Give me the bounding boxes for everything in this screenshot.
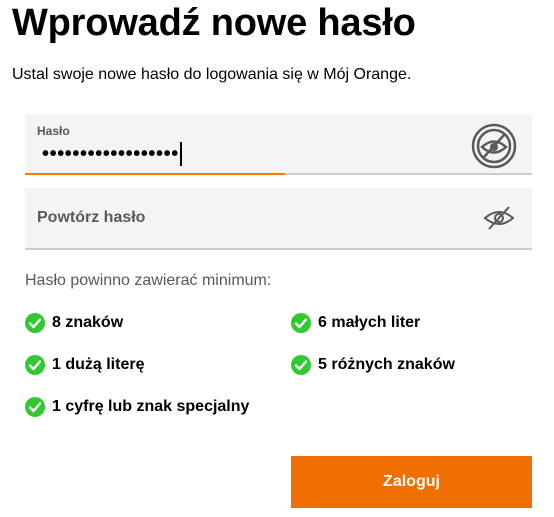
- requirement-label: 5 różnych znaków: [318, 356, 455, 373]
- login-button[interactable]: Zaloguj: [291, 456, 532, 508]
- requirement-item: 1 cyfrę lub znak specjalny: [25, 397, 249, 417]
- check-circle-icon: [291, 355, 311, 375]
- requirement-item: 8 znaków: [25, 313, 123, 333]
- requirement-label: 8 znaków: [52, 314, 124, 331]
- confirm-password-placeholder: Powtórz hasło: [37, 209, 146, 226]
- check-circle-icon: [291, 313, 311, 333]
- password-input[interactable]: ••••••••••••••••••: [42, 142, 182, 166]
- page-subtitle: Ustal swoje nowe hasło do logowania się …: [12, 66, 412, 83]
- requirement-label: 6 małych liter: [318, 314, 421, 331]
- password-field[interactable]: Hasło ••••••••••••••••••: [25, 114, 532, 175]
- requirement-label: 1 cyfrę lub znak specjalny: [52, 398, 250, 415]
- confirm-password-field[interactable]: Powtórz hasło: [25, 188, 532, 250]
- requirement-item: 6 małych liter: [291, 313, 420, 333]
- requirement-label: 1 dużą literę: [52, 356, 145, 373]
- requirement-item: 5 różnych znaków: [291, 355, 455, 375]
- show-password-eye-slash-icon[interactable]: [471, 123, 517, 169]
- password-masked-value: ••••••••••••••••••: [42, 142, 179, 165]
- check-circle-icon: [25, 397, 45, 417]
- show-confirm-password-eye-slash-icon[interactable]: [483, 205, 515, 231]
- check-circle-icon: [25, 355, 45, 375]
- text-caret: [179, 142, 182, 166]
- requirement-item: 1 dużą literę: [25, 355, 144, 375]
- check-circle-icon: [25, 313, 45, 333]
- requirements-heading: Hasło powinno zawierać minimum:: [25, 272, 272, 289]
- page-title: Wprowadź nowe hasło: [12, 2, 416, 44]
- password-field-label: Hasło: [37, 124, 70, 138]
- focus-underline: [25, 173, 285, 175]
